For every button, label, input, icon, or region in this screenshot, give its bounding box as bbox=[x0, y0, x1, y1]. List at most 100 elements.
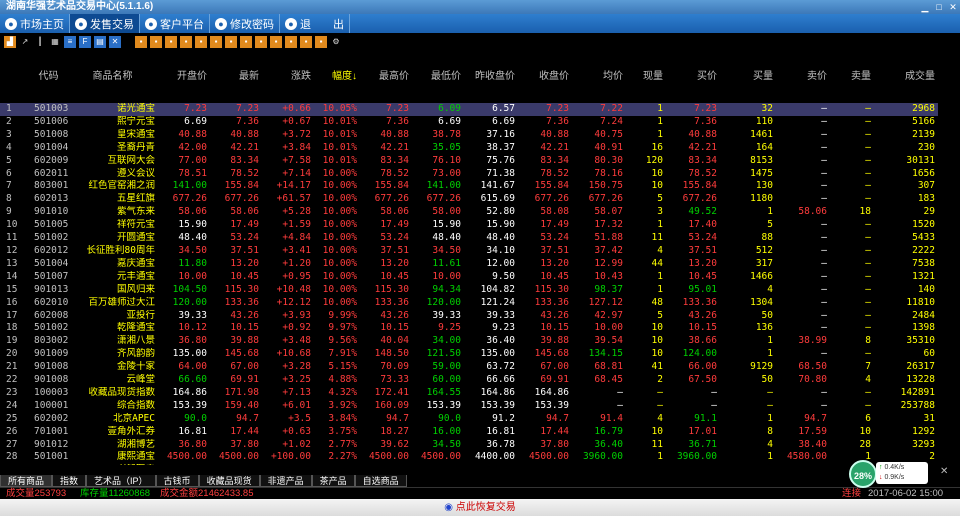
tool-icon-9[interactable]: ▪ bbox=[255, 35, 267, 48]
column-header-1[interactable]: 代码 bbox=[30, 50, 70, 103]
table-row[interactable]: 14 501007 元丰通宝 10.00 10.45 +0.95 10.00% 10.45 10… bbox=[0, 271, 948, 284]
line-chart-icon[interactable]: ↗ bbox=[19, 36, 31, 48]
list-icon[interactable]: ≡ bbox=[64, 35, 76, 48]
table-row[interactable]: 20 901009 齐风韵韵 135.00 145.68 +10.68 7.91% 148.5… bbox=[0, 348, 948, 361]
menu-item-2[interactable]: ● 客户平台 bbox=[140, 14, 210, 33]
tab-4[interactable]: 收藏品现货 bbox=[198, 475, 260, 487]
tool-icon-7[interactable]: ▪ bbox=[225, 35, 237, 48]
minimize-icon[interactable]: ▁ bbox=[918, 1, 932, 13]
cell-col-6: 10.05% bbox=[314, 103, 360, 116]
tab-2[interactable]: 艺术品（IP） bbox=[86, 475, 156, 487]
column-header-2[interactable]: 商品名称 bbox=[70, 50, 158, 103]
table-row[interactable]: 1 501003 诺光通宝 7.23 7.23 +0.66 10.05% 7.23 6.09 6.… bbox=[0, 103, 948, 116]
cell-col-16: — bbox=[865, 219, 871, 231]
cell-col-3: 11.80 bbox=[178, 257, 207, 269]
close-icon[interactable]: ✕ bbox=[946, 1, 960, 13]
table-row[interactable]: 3 501008 皇宋通宝 40.88 40.88 +3.72 10.01% 40.88 38.… bbox=[0, 129, 948, 142]
table-row[interactable]: 6 602011 遵义会议 78.51 78.52 +7.14 10.00% 78.52 73.… bbox=[0, 168, 948, 181]
cell-col-12: 10 bbox=[651, 180, 663, 192]
f-icon[interactable]: F bbox=[79, 35, 91, 48]
column-header-6[interactable]: 幅度↓ bbox=[314, 50, 360, 103]
tool-icon-6[interactable]: ▪ bbox=[210, 35, 222, 48]
table-row[interactable]: 25 602002 北京APEC 90.0 94.7 +3.5 3.84% 94.7 90.0 9… bbox=[0, 413, 948, 426]
table-row[interactable]: 15 901013 国风归来 104.50 115.30 +10.48 10.00% 115.… bbox=[0, 284, 948, 297]
tool-icon-12[interactable]: ▪ bbox=[300, 35, 312, 48]
chart-icon[interactable]: ▟ bbox=[4, 35, 16, 48]
report-icon[interactable]: ▤ bbox=[94, 35, 106, 48]
table-row[interactable]: 12 602012 长征胜利80周年 34.50 37.51 +3.41 10.00% 37.… bbox=[0, 245, 948, 258]
table-row[interactable]: 19 803002 潇湘八景 36.80 39.88 +3.48 9.56% 40.04 34.… bbox=[0, 335, 948, 348]
tool-icon-13[interactable]: ▪ bbox=[315, 35, 327, 48]
column-header-13[interactable]: 买价 bbox=[666, 50, 720, 103]
table-row[interactable]: 23 100003 收藏品现货指数 164.86 171.98 +7.13 4.32% 172… bbox=[0, 387, 948, 400]
tool-icon-10[interactable]: ▪ bbox=[270, 35, 282, 48]
widget-close-icon[interactable]: ✕ bbox=[940, 466, 952, 478]
column-header-8[interactable]: 最低价 bbox=[412, 50, 464, 103]
cell-col-3: 15.90 bbox=[178, 219, 207, 231]
table-row[interactable]: 28 501001 康熙通宝 4500.00 4500.00 +100.00 2.27% 45… bbox=[0, 451, 948, 464]
column-header-10[interactable]: 收盘价 bbox=[518, 50, 572, 103]
table-row[interactable]: 26 701001 壹角外汇券 16.81 17.44 +0.63 3.75% 18.27 16… bbox=[0, 426, 948, 439]
table-row[interactable]: 16 602010 百万雄师过大江 120.00 133.36 +12.12 10.00% 1… bbox=[0, 297, 948, 310]
table-row[interactable]: 29802001老鼠娶亲383.00391.68+8.182.13%410.00… bbox=[0, 464, 948, 465]
cell-col-9: 383.50 bbox=[464, 464, 518, 465]
cell-col-14: 5 bbox=[767, 219, 773, 231]
column-header-11[interactable]: 均价 bbox=[572, 50, 626, 103]
tab-5[interactable]: 非遗产品 bbox=[259, 475, 312, 487]
tool-icon-5[interactable]: ▪ bbox=[195, 35, 207, 48]
tab-7[interactable]: 自选商品 bbox=[354, 475, 407, 487]
column-header-0[interactable] bbox=[0, 50, 30, 103]
table-row[interactable]: 22 901008 云峰堂 66.60 69.91 +3.25 4.88% 73.33 60.0… bbox=[0, 374, 948, 387]
column-header-7[interactable]: 最高价 bbox=[360, 50, 412, 103]
cell-col-9: 9.23 bbox=[492, 322, 515, 334]
column-header-15[interactable]: 卖价 bbox=[776, 50, 830, 103]
column-header-17[interactable]: 成交量 bbox=[874, 50, 938, 103]
tab-0[interactable]: 所有商品 bbox=[0, 475, 53, 487]
table-row[interactable]: 27 901012 湖湘博艺 36.80 37.80 +1.02 2.77% 39.62 34.… bbox=[0, 439, 948, 452]
tool-icon-8[interactable]: ▪ bbox=[240, 35, 252, 48]
column-header-12[interactable]: 现量 bbox=[626, 50, 666, 103]
table-row[interactable]: 5 602009 互联网大会 77.00 83.34 +7.58 10.01% 83.34 76… bbox=[0, 155, 948, 168]
usage-badge[interactable]: 28% bbox=[849, 460, 877, 488]
tool-icon-4[interactable]: ▪ bbox=[180, 35, 192, 48]
table-row[interactable]: 8 602013 五星红旗 677.26 677.26 +61.57 10.00% 677.2… bbox=[0, 193, 948, 206]
grid-icon[interactable]: ▦ bbox=[49, 36, 61, 48]
cell-col-14: — bbox=[767, 386, 773, 398]
table-row[interactable]: 10 501005 祥符元宝 15.90 17.49 +1.59 10.00% 17.49 15… bbox=[0, 219, 948, 232]
tool-icon-2[interactable]: ▪ bbox=[150, 35, 162, 48]
cell-col-13: 78.52 bbox=[688, 167, 717, 179]
column-header-14[interactable]: 买量 bbox=[720, 50, 776, 103]
table-row[interactable]: 17 602008 亚投行 39.33 43.26 +3.93 9.99% 43.26 39.3… bbox=[0, 310, 948, 323]
column-header-9[interactable]: 昨收盘价 bbox=[464, 50, 518, 103]
menu-item-4[interactable]: ● 退 出 bbox=[280, 14, 350, 33]
table-row[interactable]: 18 501002 乾隆通宝 10.12 10.15 +0.92 9.97% 10.15 9.2… bbox=[0, 322, 948, 335]
column-header-3[interactable]: 开盘价 bbox=[158, 50, 210, 103]
column-header-16[interactable]: 卖量 bbox=[830, 50, 874, 103]
table-row[interactable]: 4 901004 圣裔丹青 42.00 42.21 +3.84 10.01% 42.21 35.… bbox=[0, 142, 948, 155]
table-row[interactable]: 24 100001 综合指数 153.39 159.40 +6.01 3.92% 160.09… bbox=[0, 400, 948, 413]
gear-icon[interactable]: ⚙ bbox=[330, 36, 342, 48]
menu-item-0[interactable]: ● 市场主页 bbox=[0, 14, 70, 33]
table-row[interactable]: 13 501004 嘉庆通宝 11.80 13.20 +1.20 10.00% 13.20 11… bbox=[0, 258, 948, 271]
column-header-5[interactable]: 涨跌 bbox=[262, 50, 314, 103]
table-row[interactable]: 7 803001 红色官窑湘之润 141.00 155.84 +14.17 10.00% 15… bbox=[0, 180, 948, 193]
tool-icon-11[interactable]: ▪ bbox=[285, 35, 297, 48]
column-header-4[interactable]: 最新 bbox=[210, 50, 262, 103]
table-row[interactable]: 11 501002 开圆通宝 48.40 53.24 +4.84 10.00% 53.24 48… bbox=[0, 232, 948, 245]
x-icon[interactable]: ✕ bbox=[109, 35, 121, 48]
table-row[interactable]: 9 901010 紫气东来 58.06 58.06 +5.28 10.00% 58.06 58.… bbox=[0, 206, 948, 219]
table-row[interactable]: 21 901008 金陵十家 64.00 67.00 +3.28 5.15% 70.09 59.… bbox=[0, 361, 948, 374]
scroll-right-icon[interactable]: >> bbox=[942, 92, 953, 103]
tab-3[interactable]: 古钱币 bbox=[155, 475, 199, 487]
menu-item-3[interactable]: ● 修改密码 bbox=[210, 14, 280, 33]
candlestick-icon[interactable]: ┃ bbox=[34, 36, 46, 48]
menu-item-1[interactable]: ● 发售交易 bbox=[70, 14, 140, 33]
maximize-icon[interactable]: □ bbox=[932, 1, 946, 13]
tool-icon-3[interactable]: ▪ bbox=[165, 35, 177, 48]
tab-1[interactable]: 指数 bbox=[52, 475, 87, 487]
tab-6[interactable]: 茶产品 bbox=[311, 475, 355, 487]
tool-icon-1[interactable]: ▪ bbox=[135, 35, 147, 48]
table-row[interactable]: 2 501006 熙宁元宝 6.69 7.36 +0.67 10.01% 7.36 6.69 6.… bbox=[0, 116, 948, 129]
cell-col-9: 6.69 bbox=[492, 115, 515, 127]
restore-trading-bar[interactable]: ◉ 点此恢复交易 bbox=[0, 499, 960, 516]
